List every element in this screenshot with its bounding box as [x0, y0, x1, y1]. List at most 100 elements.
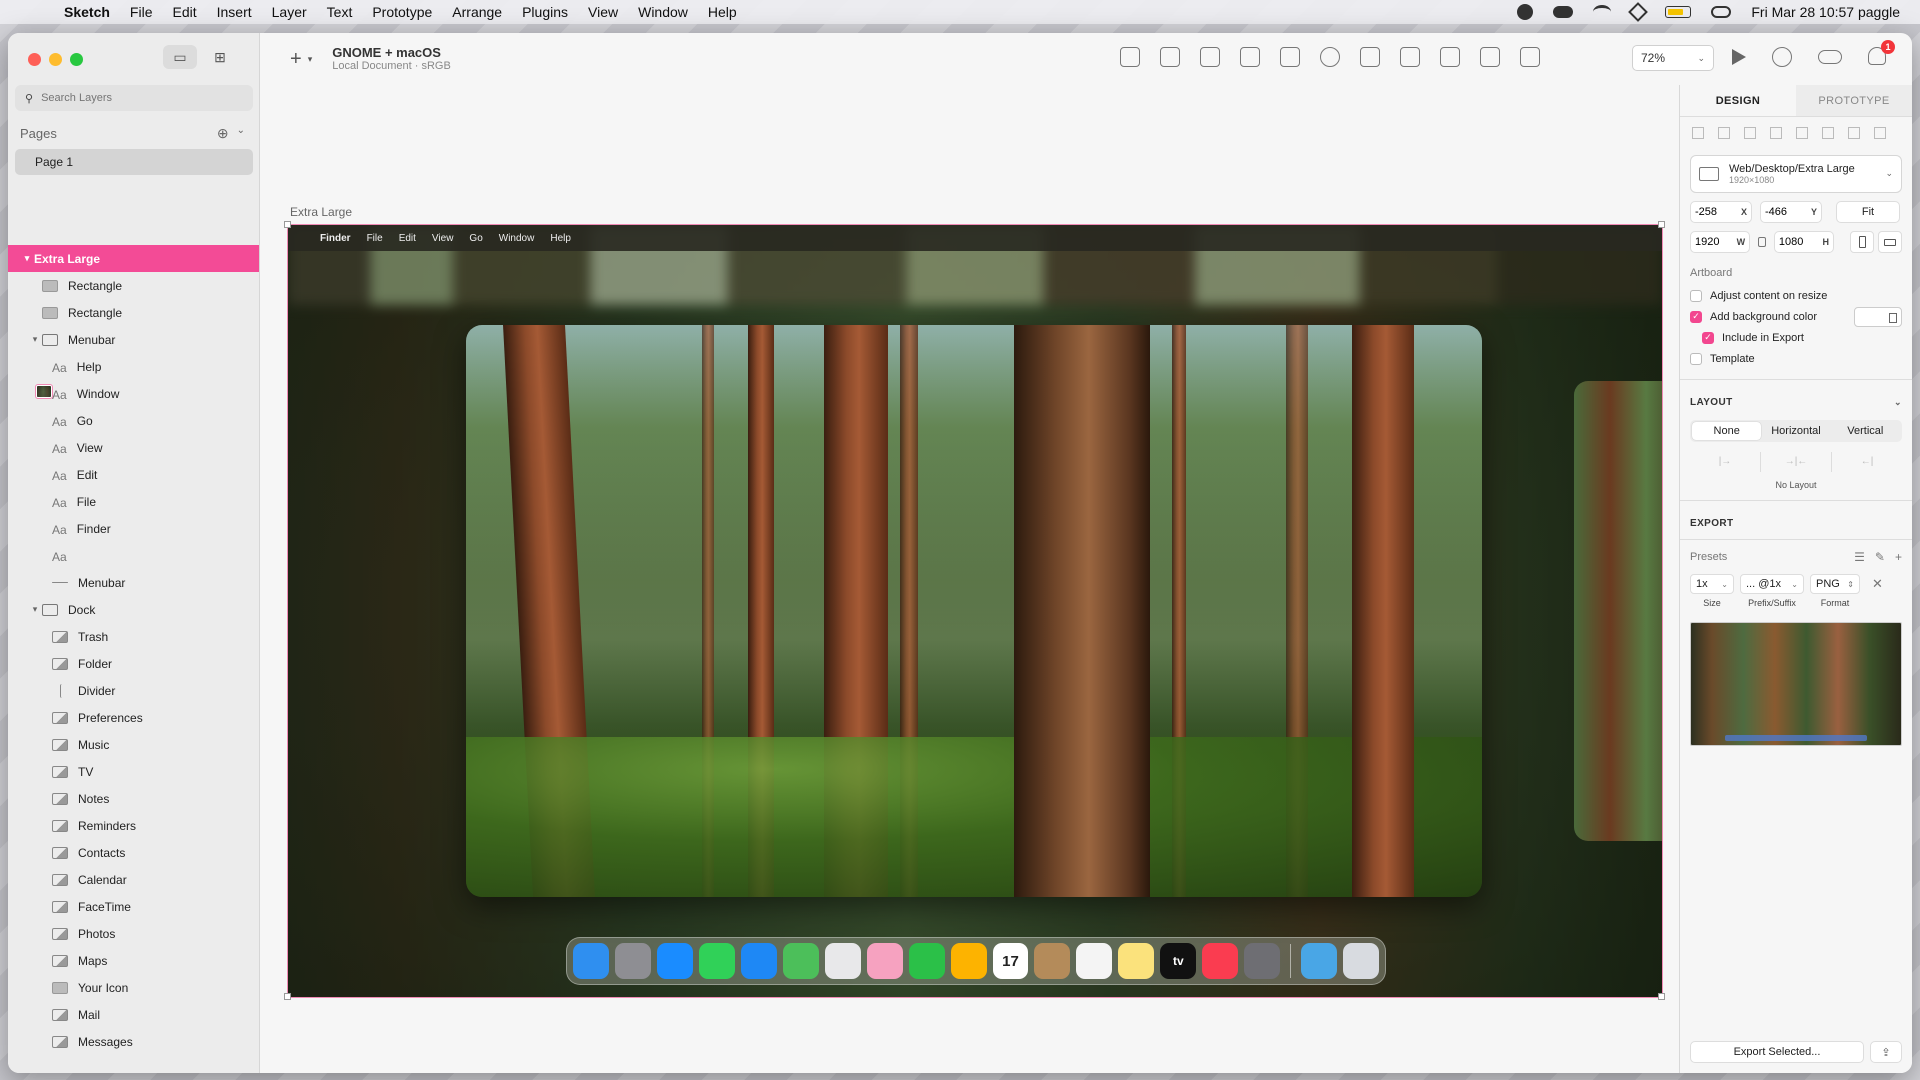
align-bottom-icon[interactable]	[1874, 127, 1886, 139]
distribute-horizontal-icon[interactable]	[1692, 127, 1704, 139]
width-input[interactable]	[1695, 236, 1735, 248]
layer-row[interactable]: Contacts	[8, 839, 259, 866]
layer-row[interactable]: Music	[8, 731, 259, 758]
dock-trash-icon[interactable]	[1343, 943, 1380, 979]
add-export-icon[interactable]: +	[1895, 550, 1902, 564]
close-button[interactable]	[28, 53, 41, 66]
x-input[interactable]	[1695, 206, 1735, 218]
layers-view-icon[interactable]: ▭	[163, 45, 197, 69]
layer-row[interactable]: Rectangle	[8, 299, 259, 326]
subtract-icon[interactable]	[1440, 47, 1460, 67]
layer-row[interactable]: Maps	[8, 947, 259, 974]
group-icon[interactable]	[1360, 47, 1380, 67]
chevron-down-icon[interactable]: ▾	[308, 54, 313, 65]
notification-bell-icon[interactable]: 1	[1868, 40, 1895, 65]
align-middle-icon[interactable]	[1848, 127, 1860, 139]
menu-arrange[interactable]: Arrange	[442, 4, 512, 20]
backward-icon[interactable]	[1200, 47, 1220, 67]
scale-icon[interactable]	[1240, 47, 1260, 67]
dock-launchpad-icon[interactable]	[614, 943, 651, 979]
layer-row[interactable]: Messages	[8, 1028, 259, 1055]
difference-icon[interactable]	[1520, 47, 1540, 67]
dock-calendar-icon[interactable]: 17	[992, 943, 1029, 979]
wifi-icon[interactable]	[1593, 5, 1612, 19]
cube-icon[interactable]	[1628, 2, 1649, 22]
artboard-preset-select[interactable]: Web/Desktop/Extra Large 1920×1080 ⌄	[1690, 155, 1902, 193]
menu-help[interactable]: Help	[698, 4, 747, 20]
menu-edit[interactable]: Edit	[162, 4, 206, 20]
insert-plus-icon[interactable]: +	[290, 48, 302, 71]
dock-messages-icon[interactable]	[698, 943, 735, 979]
canvas[interactable]: Extra Large Finder File Edit View Go Window He…	[260, 85, 1679, 1073]
layer-row[interactable]: Aa View	[8, 434, 259, 461]
layer-row[interactable]: Mail	[8, 1001, 259, 1028]
battery-icon[interactable]	[1665, 6, 1692, 18]
tab-prototype[interactable]: PROTOTYPE	[1796, 85, 1912, 116]
menu-insert[interactable]: Insert	[207, 4, 262, 20]
dock-downloads-icon[interactable]	[824, 943, 861, 979]
dock-maps-icon[interactable]	[782, 943, 819, 979]
dock-photos-icon[interactable]	[866, 943, 903, 979]
layer-row[interactable]: Reminders	[8, 812, 259, 839]
create-symbol-icon[interactable]	[1120, 47, 1140, 67]
menu-file[interactable]: File	[120, 4, 163, 20]
resize-handle-tr[interactable]	[1658, 221, 1665, 228]
layout-vertical[interactable]: Vertical	[1831, 422, 1900, 440]
lock-ratio-icon[interactable]	[1758, 237, 1766, 247]
resize-handle-bl[interactable]	[284, 993, 291, 1000]
menu-view[interactable]: View	[578, 4, 628, 20]
dock-finder-icon[interactable]	[573, 943, 609, 979]
sliders-icon[interactable]: ☰	[1854, 550, 1865, 564]
align-left-icon[interactable]	[1744, 127, 1756, 139]
zoom-select[interactable]: 72% ⌄	[1632, 45, 1714, 71]
layer-row[interactable]: Aa Finder	[8, 515, 259, 542]
layer-row[interactable]: ▾ Dock	[8, 596, 259, 623]
layout-center-icon[interactable]: →|←	[1761, 452, 1832, 472]
dock-notes-icon[interactable]	[1118, 943, 1155, 979]
dock-sketch-icon[interactable]	[950, 943, 987, 979]
layer-row[interactable]: Preferences	[8, 704, 259, 731]
layer-row[interactable]: Aa Edit	[8, 461, 259, 488]
layout-end-icon[interactable]: ←|	[1832, 452, 1902, 472]
layer-disclosure-icon[interactable]: ▾	[28, 334, 42, 345]
layer-row[interactable]: Aa	[8, 542, 259, 569]
menu-prototype[interactable]: Prototype	[362, 4, 442, 20]
layer-row[interactable]: Divider	[8, 677, 259, 704]
layer-row[interactable]: Calendar	[8, 866, 259, 893]
layer-row[interactable]: FaceTime	[8, 893, 259, 920]
add-bg-checkbox[interactable]: ✓	[1690, 310, 1702, 323]
forward-icon[interactable]	[1160, 47, 1180, 67]
layer-row[interactable]: ▾ Extra Large	[8, 245, 259, 399]
page-item-1[interactable]: Page 1	[15, 149, 253, 175]
fit-button[interactable]: Fit	[1836, 201, 1900, 223]
union-icon[interactable]	[1400, 47, 1420, 67]
cloud-icon[interactable]	[1553, 6, 1574, 18]
chevron-down-icon[interactable]: ⌄	[237, 125, 245, 142]
cloud-upload-icon[interactable]	[1818, 50, 1842, 64]
export-format-select[interactable]: PNG ⇕	[1810, 574, 1860, 594]
pencil-icon[interactable]: ✎	[1875, 550, 1885, 564]
dock-settings-icon[interactable]	[1244, 943, 1281, 979]
intersect-icon[interactable]	[1480, 47, 1500, 67]
dock-safari-icon[interactable]	[656, 943, 693, 979]
menu-app-sketch[interactable]: Sketch	[54, 4, 120, 20]
export-size-select[interactable]: 1x ⌄	[1690, 574, 1734, 594]
remove-export-icon[interactable]: ✕	[1872, 576, 1883, 592]
resize-handle-br[interactable]	[1658, 993, 1665, 1000]
layer-disclosure-icon[interactable]: ▾	[20, 253, 34, 264]
resize-handle-tl[interactable]	[284, 221, 291, 228]
export-suffix-select[interactable]: ... @1x ⌄	[1740, 574, 1804, 594]
zoom-button[interactable]	[70, 53, 83, 66]
layer-row[interactable]: Aa File	[8, 488, 259, 515]
template-checkbox[interactable]	[1690, 352, 1702, 365]
comment-icon[interactable]	[1772, 47, 1792, 67]
dock-facetime-icon[interactable]	[908, 943, 945, 979]
layer-disclosure-icon[interactable]: ▾	[28, 604, 42, 615]
distribute-vertical-icon[interactable]	[1718, 127, 1730, 139]
layer-row[interactable]: TV	[8, 758, 259, 785]
dock-folder-icon[interactable]	[1301, 943, 1338, 979]
add-page-icon[interactable]: ⊕	[217, 125, 229, 142]
tab-design[interactable]: DESIGN	[1680, 85, 1796, 116]
layer-row[interactable]: Your Icon	[8, 974, 259, 1001]
menubar-clock[interactable]: Fri Mar 28 10:57 paggle	[1751, 4, 1900, 20]
